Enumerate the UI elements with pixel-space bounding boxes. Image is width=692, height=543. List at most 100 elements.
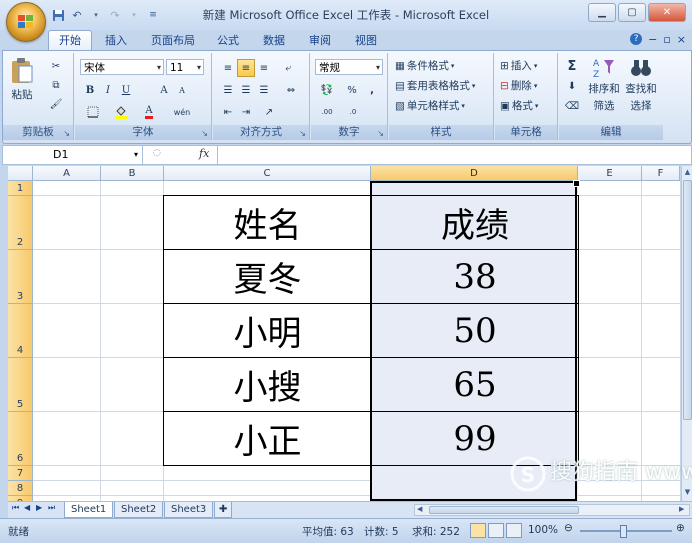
shrink-font-button[interactable]: A	[173, 81, 191, 99]
zoom-in-icon[interactable]: ⊕	[676, 522, 685, 534]
restore-icon[interactable]: ▫	[663, 33, 670, 46]
dialog-launcher-icon[interactable]: ↘	[377, 129, 384, 138]
column-header-d[interactable]: D	[371, 166, 578, 181]
row-header-7[interactable]: 7	[8, 466, 33, 481]
dialog-launcher-icon[interactable]: ↘	[201, 129, 208, 138]
format-cells-button[interactable]: ▣ 格式 ▾	[500, 98, 538, 113]
cell-c2[interactable]: 姓名	[163, 195, 372, 250]
grow-font-button[interactable]: A	[155, 81, 173, 99]
font-size-select[interactable]: 11 ▾	[166, 59, 204, 75]
merge-center-icon[interactable]: ⇔	[279, 81, 303, 99]
office-button[interactable]	[6, 2, 46, 42]
close-icon[interactable]: ×	[677, 33, 686, 46]
fill-color-button[interactable]	[109, 103, 133, 121]
conditional-format-button[interactable]: ▦ 条件格式 ▾	[395, 58, 454, 73]
row-header-8[interactable]: 8	[8, 481, 33, 496]
row-header-1[interactable]: 1	[8, 181, 33, 196]
row-header-6[interactable]: 6	[8, 412, 33, 466]
align-right-icon[interactable]: ☰	[255, 81, 273, 99]
decrease-decimal-button[interactable]: .0	[341, 103, 365, 121]
wrap-text-icon[interactable]: ⤶	[279, 59, 297, 77]
prev-sheet-icon[interactable]: ◀	[24, 503, 30, 512]
currency-icon[interactable]: 💱	[315, 81, 339, 99]
bold-button[interactable]: B	[81, 81, 99, 99]
normal-view-icon[interactable]	[470, 523, 486, 538]
insert-sheet-icon[interactable]: ✚	[214, 502, 233, 518]
horizontal-scroll-thumb[interactable]	[429, 506, 579, 514]
name-box[interactable]: D1 ▾	[3, 146, 143, 164]
column-header-e[interactable]: E	[578, 166, 642, 181]
formula-input[interactable]	[217, 146, 692, 164]
zoom-out-icon[interactable]: ⊖	[564, 522, 573, 534]
border-button[interactable]	[81, 103, 105, 121]
autosum-button[interactable]: Σ	[563, 57, 581, 75]
column-header-f[interactable]: F	[642, 166, 680, 181]
cut-icon[interactable]: ✂	[47, 57, 65, 75]
sort-filter-button[interactable]: AZ 排序和 筛选	[587, 57, 621, 113]
percent-button[interactable]: %	[343, 81, 361, 99]
horizontal-scrollbar[interactable]: ◀ ▶	[414, 504, 690, 516]
cell-c3[interactable]: 夏冬	[163, 249, 372, 304]
close-button[interactable]: ✕	[648, 3, 686, 22]
formula-cancel-icon[interactable]: ◌	[153, 148, 161, 158]
format-as-table-button[interactable]: ▤ 套用表格格式 ▾	[395, 78, 475, 93]
dialog-launcher-icon[interactable]: ↘	[299, 129, 306, 138]
font-color-button[interactable]: A	[137, 103, 161, 121]
column-header-a[interactable]: A	[33, 166, 101, 181]
column-header-c[interactable]: C	[164, 166, 371, 181]
first-sheet-icon[interactable]: ⏮	[12, 503, 19, 513]
page-break-view-icon[interactable]	[506, 523, 522, 538]
page-layout-view-icon[interactable]	[488, 523, 504, 538]
vertical-scrollbar[interactable]: ▲ ▼	[681, 166, 692, 501]
comma-button[interactable]: ,	[363, 81, 381, 99]
tab-view[interactable]: 视图	[348, 32, 384, 50]
customize-icon[interactable]: ≡	[145, 7, 161, 23]
format-painter-icon[interactable]: 🖌	[47, 95, 65, 113]
dialog-launcher-icon[interactable]: ↘	[63, 129, 70, 138]
fill-icon[interactable]: ⬇	[563, 77, 581, 95]
align-left-icon[interactable]: ☰	[219, 81, 237, 99]
increase-indent-icon[interactable]: ⇥	[237, 103, 255, 121]
minimize-button[interactable]: ▁	[588, 3, 616, 22]
cell-c4[interactable]: 小明	[163, 303, 372, 358]
row-header-4[interactable]: 4	[8, 304, 33, 358]
align-top-icon[interactable]: ≡	[219, 59, 237, 77]
redo-icon[interactable]: ↷	[107, 7, 123, 23]
scroll-up-icon[interactable]: ▲	[683, 168, 692, 177]
tab-data[interactable]: 数据	[256, 32, 292, 50]
clear-icon[interactable]: ⌫	[563, 97, 581, 115]
tab-page-layout[interactable]: 页面布局	[144, 32, 202, 50]
column-header-b[interactable]: B	[101, 166, 164, 181]
next-sheet-icon[interactable]: ▶	[36, 503, 42, 512]
align-middle-icon[interactable]: ≡	[237, 59, 255, 77]
number-format-select[interactable]: 常规 ▾	[315, 59, 383, 75]
paste-button[interactable]: 粘贴	[8, 57, 36, 102]
italic-button[interactable]: I	[99, 81, 117, 99]
tab-home[interactable]: 开始	[48, 30, 92, 51]
fill-handle[interactable]	[573, 180, 580, 187]
tab-review[interactable]: 审阅	[302, 32, 338, 50]
zoom-level[interactable]: 100%	[528, 524, 558, 536]
tab-insert[interactable]: 插入	[98, 32, 134, 50]
align-bottom-icon[interactable]: ≡	[255, 59, 273, 77]
delete-cells-button[interactable]: ⊟ 删除 ▾	[500, 78, 537, 93]
scroll-left-icon[interactable]: ◀	[417, 505, 425, 515]
find-select-button[interactable]: 查找和 选择	[623, 57, 659, 113]
scroll-down-icon[interactable]: ▼	[683, 488, 692, 497]
undo-icon[interactable]: ↶	[69, 7, 85, 23]
sheet-tab-sheet3[interactable]: Sheet3	[164, 502, 214, 518]
font-name-select[interactable]: 宋体 ▾	[80, 59, 164, 75]
row-header-3[interactable]: 3	[8, 250, 33, 304]
insert-cells-button[interactable]: ⊞ 插入 ▾	[500, 58, 537, 73]
increase-decimal-button[interactable]: .00	[315, 103, 339, 121]
maximize-button[interactable]: ▢	[618, 3, 646, 22]
last-sheet-icon[interactable]: ⏭	[48, 503, 55, 513]
row-header-5[interactable]: 5	[8, 358, 33, 412]
copy-icon[interactable]: ⧉	[47, 76, 65, 94]
cell-c5[interactable]: 小搜	[163, 357, 372, 412]
insert-function-icon[interactable]: fx	[199, 147, 209, 160]
align-center-icon[interactable]: ☰	[237, 81, 255, 99]
row-header-2[interactable]: 2	[8, 196, 33, 250]
chevron-down-icon[interactable]: ▾	[126, 7, 142, 23]
orientation-icon[interactable]: ↗	[257, 103, 281, 121]
